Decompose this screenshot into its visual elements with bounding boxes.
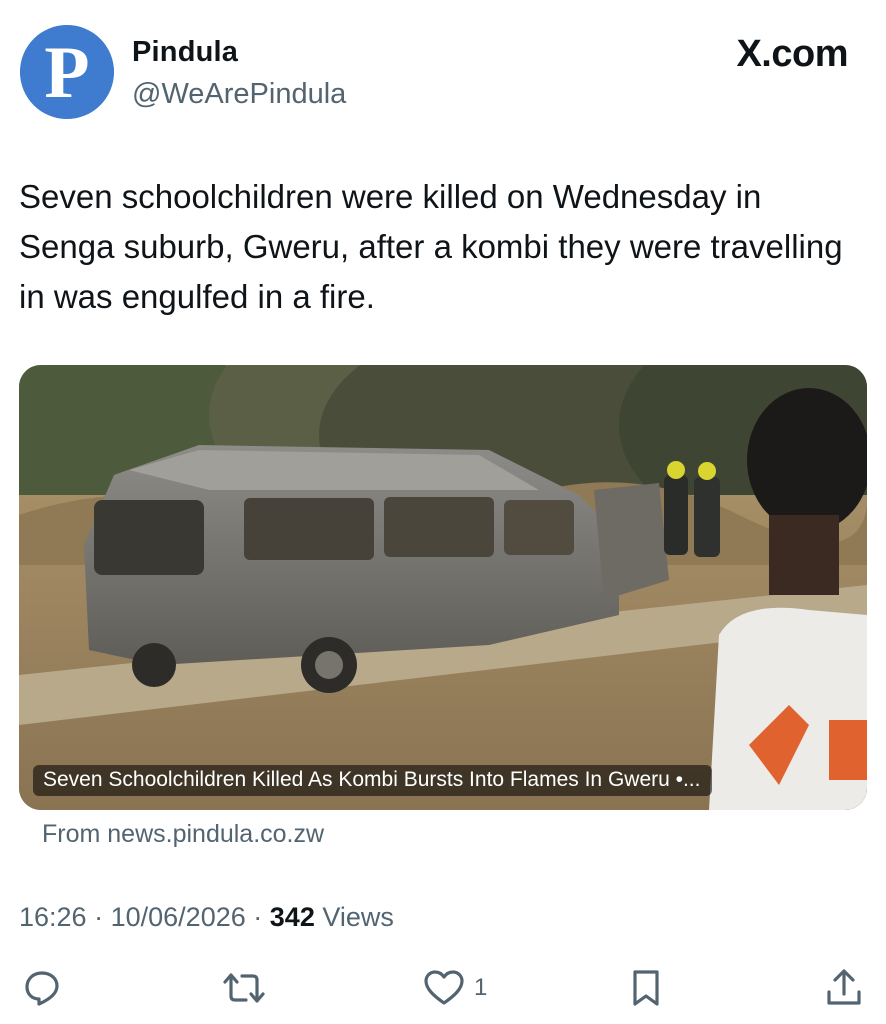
heart-icon	[424, 970, 464, 1005]
tweet-time[interactable]: 16:26	[19, 902, 87, 932]
link-source[interactable]: From news.pindula.co.zw	[42, 820, 324, 849]
like-count: 1	[474, 974, 488, 1001]
meta-separator: ·	[94, 902, 104, 932]
avatar[interactable]: P	[20, 25, 114, 119]
tweet-date[interactable]: 10/06/2026	[111, 902, 246, 932]
retweet-icon	[223, 973, 265, 1003]
tweet-text: Seven schoolchildren were killed on Wedn…	[19, 178, 843, 315]
burnt-kombi-photo	[19, 365, 867, 810]
pindula-logo: P	[20, 25, 114, 119]
user-handle[interactable]: @WeArePindula	[132, 78, 346, 111]
tweet-actions: 1	[0, 960, 886, 1020]
like-button[interactable]: 1	[422, 968, 487, 1008]
bookmark-icon	[633, 970, 659, 1006]
share-button[interactable]	[824, 968, 864, 1008]
tweet-meta: 16:26 · 10/06/2026 · 342 Views	[19, 902, 394, 933]
reply-icon	[25, 971, 59, 1006]
views-count: 342	[269, 902, 315, 932]
views-label: Views	[322, 902, 394, 932]
meta-separator: ·	[253, 902, 263, 932]
reply-button[interactable]	[22, 968, 62, 1008]
share-icon	[827, 969, 861, 1005]
x-logo: X.com	[736, 33, 848, 75]
link-card-title[interactable]: Seven Schoolchildren Killed As Kombi Bur…	[33, 765, 713, 796]
display-name[interactable]: Pindula	[132, 36, 238, 69]
link-card-image[interactable]: Seven Schoolchildren Killed As Kombi Bur…	[19, 365, 867, 810]
svg-text:P: P	[44, 32, 89, 114]
bookmark-button[interactable]	[626, 968, 666, 1008]
retweet-button[interactable]	[222, 968, 266, 1008]
